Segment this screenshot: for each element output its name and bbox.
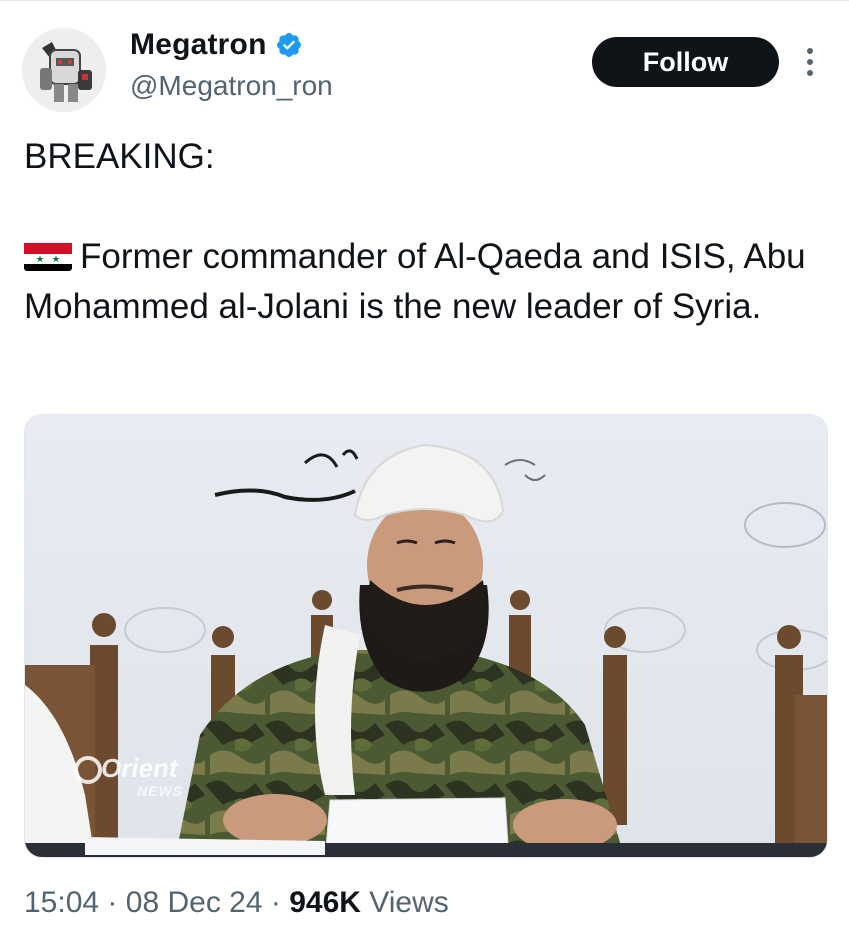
tweet-date[interactable]: 08 Dec 24 [126,886,263,919]
watermark-news: NEWS [137,783,183,799]
separator: · [107,886,118,919]
views-label: Views [369,886,449,919]
orient-logo-icon [74,756,102,784]
follow-button[interactable]: Follow [592,37,779,87]
top-divider [0,0,849,4]
watermark-logo: Orient NEWS [73,751,213,807]
tweet-text-body: Former commander of Al-Qaeda and ISIS, A… [24,232,834,332]
author-handle[interactable]: @Megatron_ron [130,70,333,102]
tweet-text: BREAKING: Former commander of Al-Qaeda a… [24,132,834,332]
tweet-meta: 15:04 · 08 Dec 24 · 946K Views [24,886,449,920]
tweet-media-image[interactable]: Orient NEWS [24,414,828,858]
syria-flag-icon [24,239,72,271]
views-count: 946K [289,886,361,919]
separator: · [270,886,281,919]
more-vertical-icon[interactable] [798,42,822,82]
watermark-orient: Orient [101,753,178,783]
author-name-row: Megatron [130,28,303,62]
robot-avatar-icon [22,28,106,112]
verified-badge-icon [275,31,303,59]
author-display-name[interactable]: Megatron [130,28,267,62]
tweet-body-text: Former commander of Al-Qaeda and ISIS, A… [24,237,806,326]
tweet-time[interactable]: 15:04 [24,886,99,919]
tweet-text-line: BREAKING: [24,137,215,176]
avatar[interactable] [22,28,106,112]
